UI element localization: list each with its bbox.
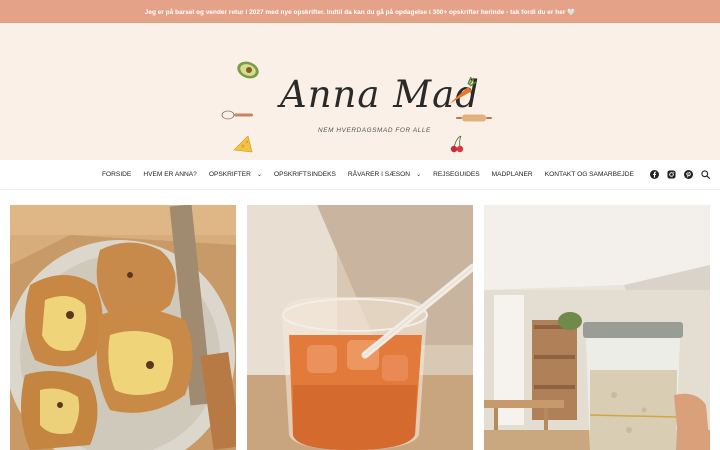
cheese-icon [233,135,253,153]
nav-label: KONTAKT OG SAMARBEJDE [544,171,634,178]
nav-item-opskrifter[interactable]: OPSKRIFTER ⌄ [209,171,262,178]
nav-label: OPSKRIFTSINDEKS [273,171,336,178]
instagram-icon[interactable] [667,170,676,179]
nav-label: HVEM ER ANNA? [143,171,197,178]
nav-item-opskriftsindeks[interactable]: OPSKRIFTSINDEKS [274,171,336,178]
announcement-bar[interactable]: Jeg er på barsel og vender retur i 2027 … [0,0,720,23]
whisk-icon [221,110,253,120]
chevron-down-icon: ⌄ [256,172,262,178]
recipe-card-iced-drink-image[interactable] [247,205,473,450]
carrot-icon [449,76,477,104]
cherry-icon [450,135,464,153]
social-links [649,170,718,179]
recipe-card-scones-image[interactable] [10,205,236,450]
nav-label: MADPLANER [491,171,533,178]
nav-item-kontakt[interactable]: KONTAKT OG SAMARBEJDE [545,171,634,178]
nav-item-rejseguides[interactable]: REJSEGUIDES [433,171,480,178]
announcement-text[interactable]: Jeg er på barsel og vender retur i 2027 … [145,8,575,16]
nav-item-madplaner[interactable]: MADPLANER [492,171,533,178]
site-header: Anna Mad NEM HVERDAGSMAD FOR ALLE [0,23,720,160]
nav-label: FORSIDE [102,171,132,178]
nav-label: RÅVARER I SÆSON [347,171,411,178]
chevron-down-icon: ⌄ [416,172,422,178]
nav-item-forside[interactable]: FORSIDE [102,171,131,178]
nav-label: REJSEGUIDES [433,171,480,178]
main-navigation: FORSIDE HVEM ER ANNA? OPSKRIFTER ⌄ OPSKRI… [0,160,720,190]
facebook-icon[interactable] [649,170,659,179]
nav-item-hvem-er-anna[interactable]: HVEM ER ANNA? [143,171,197,178]
search-icon[interactable] [701,170,710,179]
recipe-card-sourdough-image[interactable] [484,205,710,450]
recipe-grid [10,205,710,450]
rolling-pin-icon [456,114,492,122]
nav-item-raavarer-i-saeson[interactable]: RÅVARER I SÆSON ⌄ [348,171,421,178]
avocado-icon [237,61,259,79]
logo-subtitle: NEM HVERDAGSMAD FOR ALLE [318,127,431,134]
nav-label: OPSKRIFTER [208,171,251,178]
pinterest-icon[interactable] [683,170,693,179]
